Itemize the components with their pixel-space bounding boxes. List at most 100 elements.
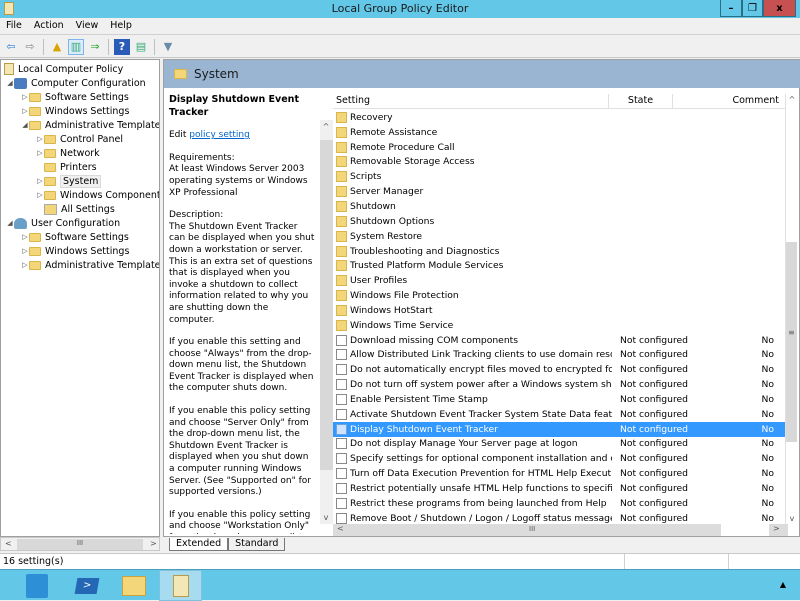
taskbar-file-explorer[interactable] xyxy=(112,570,155,601)
list-item-folder[interactable]: Trusted Platform Module Services xyxy=(333,258,788,273)
show-action-pane-icon[interactable]: ▤ xyxy=(133,39,149,55)
close-button[interactable]: x xyxy=(763,0,796,17)
show-hidden-icons-button[interactable]: ▲ xyxy=(780,580,786,589)
list-item-folder[interactable]: Remote Assistance xyxy=(333,125,788,140)
list-item-policy[interactable]: Do not automatically encrypt files moved… xyxy=(333,362,788,377)
list-item-policy[interactable]: Turn off Data Execution Prevention for H… xyxy=(333,466,788,481)
menu-help[interactable]: Help xyxy=(104,18,138,34)
setting-state: Not configured xyxy=(620,453,689,465)
expand-arrow-icon[interactable]: ▷ xyxy=(36,177,44,185)
list-item-folder[interactable]: Troubleshooting and Diagnostics xyxy=(333,244,788,259)
tab-standard[interactable]: Standard xyxy=(228,538,286,551)
up-folder-icon[interactable]: ▲ xyxy=(49,39,65,55)
list-item-folder[interactable]: Windows File Protection xyxy=(333,288,788,303)
expand-arrow-icon[interactable]: ▷ xyxy=(36,149,44,157)
expand-arrow-icon[interactable]: ▷ xyxy=(21,93,29,101)
computer-icon xyxy=(14,77,27,89)
list-item-folder[interactable]: Windows Time Service xyxy=(333,318,788,333)
tree-horizontal-scrollbar[interactable]: < III > xyxy=(0,537,160,551)
tree-item-windows-settings[interactable]: ▷ Windows Settings xyxy=(21,104,129,118)
expand-arrow-icon[interactable]: ▷ xyxy=(36,191,44,199)
scroll-up-icon[interactable]: ^ xyxy=(320,122,332,131)
tree-item-administrative-templates[interactable]: ◢ Administrative Templates xyxy=(21,118,159,132)
minimize-button[interactable]: – xyxy=(720,0,742,17)
list-item-policy[interactable]: Restrict potentially unsafe HTML Help fu… xyxy=(333,481,788,496)
collapse-arrow-icon[interactable]: ◢ xyxy=(6,219,14,227)
column-header-setting[interactable]: Setting xyxy=(333,94,609,108)
list-item-folder[interactable]: Server Manager xyxy=(333,184,788,199)
list-item-policy[interactable]: Download missing COM components Not confi… xyxy=(333,333,788,348)
scroll-left-icon[interactable]: < xyxy=(5,539,12,548)
back-icon[interactable]: ⇦ xyxy=(3,39,19,55)
list-item-folder[interactable]: Scripts xyxy=(333,169,788,184)
list-item-policy[interactable]: Display Shutdown Event Tracker Not config… xyxy=(333,421,788,437)
scroll-thumb[interactable]: III xyxy=(17,539,143,550)
tree-item-network[interactable]: ▷ Network xyxy=(36,146,99,160)
scroll-right-icon[interactable]: > xyxy=(773,524,780,533)
tree-item-user-software-settings[interactable]: ▷ Software Settings xyxy=(21,230,129,244)
list-item-policy[interactable]: Allow Distributed Link Tracking clients … xyxy=(333,348,788,363)
powershell-icon: > xyxy=(74,577,99,594)
list-item-policy[interactable]: Activate Shutdown Event Tracker System S… xyxy=(333,407,788,422)
list-item-policy[interactable]: Remove Boot / Shutdown / Logon / Logoff … xyxy=(333,511,788,524)
expand-arrow-icon[interactable]: ▷ xyxy=(21,247,29,255)
export-list-icon[interactable]: ⇒ xyxy=(87,39,103,55)
menu-view[interactable]: View xyxy=(70,18,105,34)
menu-action[interactable]: Action xyxy=(28,18,70,34)
taskbar-server-manager[interactable] xyxy=(15,570,58,601)
taskbar-group-policy-editor[interactable] xyxy=(159,570,202,601)
column-header-state[interactable]: State xyxy=(609,94,673,108)
scroll-down-icon[interactable]: v xyxy=(320,513,332,522)
menu-file[interactable]: File xyxy=(0,18,28,34)
list-item-folder[interactable]: System Restore xyxy=(333,229,788,244)
list-item-policy[interactable]: Restrict these programs from being launc… xyxy=(333,496,788,511)
tab-extended[interactable]: Extended xyxy=(169,538,229,551)
tree-item-control-panel[interactable]: ▷ Control Panel xyxy=(36,132,123,146)
expand-arrow-icon[interactable]: ▷ xyxy=(21,107,29,115)
tree-item-user-administrative-templates[interactable]: ▷ Administrative Templates xyxy=(21,258,159,272)
list-item-policy[interactable]: Enable Persistent Time Stamp Not configur… xyxy=(333,392,788,407)
expand-arrow-icon[interactable]: ▷ xyxy=(36,135,44,143)
list-item-folder[interactable]: User Profiles xyxy=(333,273,788,288)
tree-item-computer-configuration[interactable]: ◢ Computer Configuration xyxy=(6,76,146,90)
show-hide-tree-icon[interactable]: ▥ xyxy=(68,38,84,55)
list-item-policy[interactable]: Do not turn off system power after a Win… xyxy=(333,377,788,392)
tree-item-user-windows-settings[interactable]: ▷ Windows Settings xyxy=(21,244,129,258)
tree-item-user-configuration[interactable]: ◢ User Configuration xyxy=(6,216,120,230)
collapse-arrow-icon[interactable]: ◢ xyxy=(6,79,14,87)
list-horizontal-scrollbar[interactable]: < III > xyxy=(333,524,788,536)
list-item-policy[interactable]: Specify settings for optional component … xyxy=(333,451,788,466)
scroll-thumb[interactable]: ≡ xyxy=(786,242,797,442)
list-vertical-scrollbar[interactable]: ^ ≡ v xyxy=(785,94,797,524)
list-item-folder[interactable]: Remote Procedure Call xyxy=(333,140,788,155)
scroll-down-icon[interactable]: v xyxy=(786,514,798,523)
taskbar-powershell[interactable]: > xyxy=(65,570,108,601)
list-item-folder[interactable]: Recovery xyxy=(333,110,788,125)
list-item-folder[interactable]: Shutdown xyxy=(333,199,788,214)
scroll-up-icon[interactable]: ^ xyxy=(786,95,798,104)
edit-policy-setting-link[interactable]: policy setting xyxy=(189,130,250,140)
collapse-arrow-icon[interactable]: ◢ xyxy=(21,121,29,129)
help-icon[interactable]: ? xyxy=(114,38,130,55)
tree-item-all-settings[interactable]: All Settings xyxy=(36,202,115,216)
filter-icon[interactable]: ▼ xyxy=(160,39,176,55)
list-item-folder[interactable]: Windows HotStart xyxy=(333,303,788,318)
description-scrollbar[interactable]: ^ v xyxy=(320,120,333,524)
tree-item-system[interactable]: ▷ System xyxy=(36,174,102,188)
forward-icon[interactable]: ⇨ xyxy=(22,39,38,55)
list-item-folder[interactable]: Shutdown Options xyxy=(333,214,788,229)
scroll-track[interactable] xyxy=(721,524,769,536)
list-item-policy[interactable]: Do not display Manage Your Server page a… xyxy=(333,437,788,452)
scroll-left-icon[interactable]: < xyxy=(337,524,344,533)
tree-item-local-computer-policy[interactable]: Local Computer Policy xyxy=(4,62,123,76)
scroll-thumb[interactable] xyxy=(320,140,333,470)
scroll-right-icon[interactable]: > xyxy=(150,539,157,548)
column-header-comment[interactable]: Comment xyxy=(673,94,781,108)
list-item-folder[interactable]: Removable Storage Access xyxy=(333,155,788,170)
tree-item-software-settings[interactable]: ▷ Software Settings xyxy=(21,90,129,104)
tree-item-printers[interactable]: Printers xyxy=(36,160,97,174)
tree-item-windows-components[interactable]: ▷ Windows Components xyxy=(36,188,159,202)
expand-arrow-icon[interactable]: ▷ xyxy=(21,233,29,241)
maximize-button[interactable]: ❐ xyxy=(742,0,763,17)
expand-arrow-icon[interactable]: ▷ xyxy=(21,261,29,269)
